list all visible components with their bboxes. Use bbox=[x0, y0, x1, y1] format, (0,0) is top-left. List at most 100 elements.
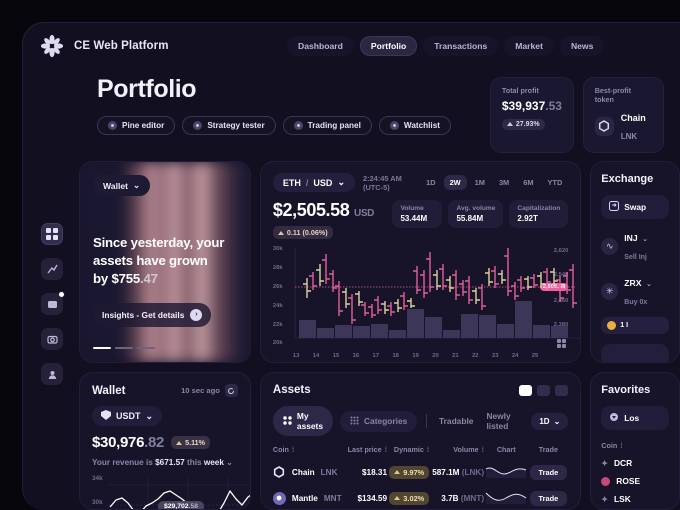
promo-wallet-selector[interactable]: Wallet ⌄ bbox=[93, 175, 151, 196]
nav-item-dashboard[interactable]: Dashboard bbox=[287, 36, 354, 56]
carousel-dot-2[interactable] bbox=[115, 346, 133, 349]
favorite-label: LSK bbox=[614, 494, 631, 504]
col-dynamic[interactable]: Dynamic ⁞ bbox=[387, 445, 429, 459]
chevron-down-icon: ⌄ bbox=[553, 416, 561, 426]
chip-watchlist[interactable]: Watchlist bbox=[378, 116, 451, 135]
chart-kpis: Volume 53.44M Avg. volume 55.84M Capital… bbox=[392, 200, 569, 228]
exchange-pair-inj[interactable]: ∿ INJ ⌄ Sell Inj bbox=[601, 228, 669, 264]
chart-change-badge: 0.11 (0.06%) bbox=[272, 226, 333, 239]
cell-volume: 587.1M bbox=[432, 467, 460, 477]
wallet-change-value: 5.11% bbox=[185, 438, 206, 447]
pair-selector[interactable]: ETH / USD ⌄ bbox=[272, 173, 355, 192]
range-2w[interactable]: 2W bbox=[443, 175, 467, 190]
kpi-volume-label: Volume bbox=[400, 205, 424, 212]
total-profit-cents: .53 bbox=[545, 99, 562, 113]
col-volume[interactable]: Volume ⁞ bbox=[429, 445, 484, 459]
range-1d[interactable]: 1D bbox=[420, 175, 441, 190]
promo-headline: Since yesterday, your assets have grown … bbox=[93, 234, 237, 289]
y-left-tick: 24k bbox=[272, 302, 283, 309]
tool-chips: Pine editor Strategy tester Trading pane… bbox=[39, 116, 490, 135]
chip-strategy-tester[interactable]: Strategy tester bbox=[182, 116, 276, 135]
range-1m[interactable]: 1M bbox=[469, 175, 491, 190]
ohlc-plot[interactable]: 30k 28k 26k 24k 22k 20k 2,620 2,540 2,46… bbox=[272, 246, 581, 359]
promo-line-3: by $755 bbox=[93, 271, 140, 287]
rail-wallet-icon[interactable] bbox=[41, 291, 65, 315]
rail-user-icon[interactable] bbox=[41, 363, 63, 385]
kpi-volume: Volume 53.44M bbox=[392, 200, 443, 228]
nav-item-market[interactable]: Market bbox=[504, 36, 554, 56]
chart-change-value: 0.11 (0.06%) bbox=[286, 228, 328, 237]
tab-divider bbox=[426, 414, 427, 428]
chart-layout-icon[interactable] bbox=[557, 338, 567, 348]
exchange-warning: 1 I bbox=[601, 317, 669, 334]
exchange-action-button[interactable] bbox=[601, 344, 669, 362]
carousel-dot-1[interactable] bbox=[93, 346, 111, 349]
zrx-symbol: ZRX bbox=[624, 278, 642, 288]
view-list-icon[interactable] bbox=[519, 384, 533, 396]
tab-categories[interactable]: Categories bbox=[339, 410, 418, 432]
refresh-icon[interactable] bbox=[224, 384, 238, 397]
assets-view-switcher bbox=[519, 384, 569, 396]
losers-icon bbox=[609, 412, 619, 424]
nav-item-news[interactable]: News bbox=[559, 36, 605, 56]
table-row[interactable]: Mantle MNT $134.59 3.02% 3.7B (MNT) Trad… bbox=[272, 485, 568, 509]
currency-selector[interactable]: USDT ⌄ bbox=[92, 406, 163, 426]
col-chart: Chart bbox=[496, 445, 516, 454]
exchange-pair-zrx[interactable]: ✳ ZRX ⌄ Buy 0x bbox=[601, 273, 669, 309]
total-profit-amount: $39,937 bbox=[501, 99, 546, 113]
filter-tradable[interactable]: Tradable bbox=[436, 416, 476, 426]
wallet-amount: $30,976.82 bbox=[92, 434, 164, 451]
trade-button[interactable]: Trade bbox=[529, 464, 568, 480]
favorite-item-dcr[interactable]: ✦ DCR bbox=[601, 458, 669, 468]
table-row[interactable]: Chain LNK $18.31 9.97% 587.1M (LNK) Trad… bbox=[273, 459, 568, 485]
swap-button[interactable]: Swap bbox=[601, 195, 669, 219]
star-icon: ✦ bbox=[601, 494, 608, 504]
col-coin[interactable]: Coin ⁞ bbox=[273, 445, 346, 459]
nav-item-transactions[interactable]: Transactions bbox=[423, 36, 499, 56]
chart-price-unit: USD bbox=[354, 208, 374, 219]
wallet-sparkline: 34k 30k $29,702.58 bbox=[92, 473, 250, 509]
revenue-period[interactable]: week bbox=[204, 458, 224, 467]
view-split-icon[interactable] bbox=[537, 384, 551, 396]
inj-symbol: INJ bbox=[624, 233, 638, 243]
chart-price: $2,505.58 USD bbox=[273, 200, 374, 221]
rose-token-icon bbox=[601, 476, 611, 486]
chip-dot-icon bbox=[389, 121, 399, 130]
x-tick: 18 bbox=[392, 352, 399, 359]
filter-newly-listed[interactable]: Newly listed bbox=[483, 411, 524, 431]
chip-trading-panel[interactable]: Trading panel bbox=[282, 116, 372, 135]
favorites-column-header[interactable]: Coin ⁞ bbox=[601, 441, 669, 450]
rail-camera-icon[interactable] bbox=[41, 328, 63, 350]
nav-item-portfolio[interactable]: Portfolio bbox=[359, 36, 418, 56]
rail-grid-icon[interactable] bbox=[41, 223, 63, 245]
losers-button[interactable]: Los bbox=[601, 406, 669, 430]
price-chart-panel: ETH / USD ⌄ 2:24:45 AM (UTC-5) 1D 2W 1M … bbox=[259, 161, 582, 363]
view-grid-icon[interactable] bbox=[555, 384, 569, 396]
carousel-dot-3[interactable] bbox=[137, 346, 155, 349]
total-profit-value: $39,937.53 bbox=[502, 99, 562, 113]
coin-name: Mantle bbox=[291, 493, 318, 503]
sort-icon: ⁞ bbox=[384, 445, 388, 454]
favorite-item-rose[interactable]: ROSE bbox=[601, 476, 669, 486]
chevron-down-icon[interactable]: ⌄ bbox=[226, 458, 233, 467]
range-3m[interactable]: 3M bbox=[493, 175, 515, 190]
spark-y-bottom: 30k bbox=[92, 499, 103, 506]
tab-my-assets[interactable]: My assets bbox=[272, 406, 333, 436]
rail-analytics-icon[interactable] bbox=[41, 258, 63, 280]
x-tick: 25 bbox=[531, 352, 539, 359]
wallet-amount-main: $30,976 bbox=[92, 434, 145, 451]
col-last-price[interactable]: Last price ⁞ bbox=[345, 445, 387, 459]
cell-dynamic: 3.02% bbox=[389, 491, 430, 505]
revenue-value: $671.57 bbox=[155, 458, 185, 467]
insights-button[interactable]: Insights - Get details › bbox=[93, 302, 212, 327]
carousel-dots[interactable] bbox=[93, 346, 237, 349]
main-nav: Dashboard Portfolio Transactions Market … bbox=[287, 36, 605, 56]
range-ytd[interactable]: YTD bbox=[542, 175, 569, 190]
period-selector[interactable]: 1D ⌄ bbox=[531, 412, 569, 430]
cell-volume-symbol: (LNK) bbox=[461, 467, 485, 477]
favorite-item-lsk[interactable]: ✦ LSK bbox=[601, 494, 669, 504]
chip-pine-editor[interactable]: Pine editor bbox=[97, 116, 176, 135]
range-6m[interactable]: 6M bbox=[517, 175, 539, 190]
coin-symbol: MNT bbox=[323, 493, 342, 503]
trade-button[interactable]: Trade bbox=[529, 490, 568, 506]
